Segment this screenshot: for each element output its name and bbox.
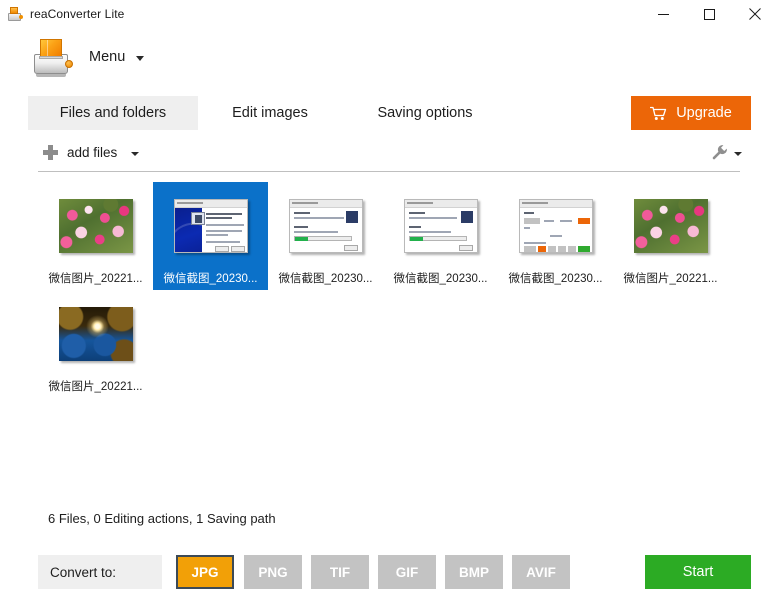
thumbnail — [621, 188, 721, 264]
format-button-avif[interactable]: AVIF — [512, 555, 570, 589]
add-files-label: add files — [67, 145, 117, 160]
file-item[interactable]: 微信截图_20230... — [383, 182, 498, 290]
format-button-avif-label: AVIF — [526, 565, 556, 580]
toolbar-divider — [38, 171, 740, 172]
file-item-label: 微信图片_20221... — [47, 379, 145, 398]
file-item-label: 微信图片_20221... — [622, 271, 720, 290]
file-item-label: 微信截图_20230... — [392, 271, 490, 290]
tab-saving-options-label: Saving options — [377, 105, 472, 121]
flowers-photo-icon — [59, 199, 133, 253]
status-summary: 6 Files, 0 Editing actions, 1 Saving pat… — [48, 511, 276, 526]
menu-button[interactable]: Menu — [83, 44, 153, 70]
close-button[interactable] — [732, 0, 778, 28]
wrench-icon — [711, 144, 728, 161]
app-icon — [7, 6, 23, 22]
file-toolbar: add files — [0, 138, 778, 173]
thumbnail — [46, 296, 146, 372]
bottom-bar: Convert to: JPG PNG TIF GIF BMP AVIF Sta… — [0, 555, 778, 591]
thumbnail — [161, 188, 261, 264]
format-button-tif[interactable]: TIF — [311, 555, 369, 589]
menu-button-label: Menu — [89, 49, 125, 65]
maximize-button[interactable] — [686, 0, 732, 28]
plus-icon — [42, 144, 58, 160]
format-button-bmp[interactable]: BMP — [445, 555, 503, 589]
installer-finish-screenshot-icon — [404, 199, 478, 253]
chevron-down-icon — [131, 152, 139, 156]
tab-saving-options[interactable]: Saving options — [350, 96, 500, 130]
tools-button[interactable] — [709, 141, 744, 164]
minimize-icon — [658, 9, 669, 20]
convert-to-label: Convert to: — [38, 565, 116, 580]
upgrade-button-label: Upgrade — [676, 105, 732, 121]
file-item-label: 微信截图_20230... — [162, 271, 260, 290]
tab-files-and-folders[interactable]: Files and folders — [28, 96, 198, 130]
installer-progress-screenshot-icon — [289, 199, 363, 253]
file-item[interactable]: 微信截图_20230... — [498, 182, 613, 290]
chevron-down-icon — [734, 152, 742, 156]
format-button-jpg-label: JPG — [191, 565, 218, 580]
reaconverter-screenshot-icon — [519, 199, 593, 253]
add-files-button[interactable]: add files — [40, 141, 145, 163]
format-button-png-label: PNG — [258, 565, 287, 580]
thumbnail — [46, 188, 146, 264]
file-item[interactable]: 微信图片_20221... — [38, 182, 153, 290]
file-item-label: 微信截图_20230... — [507, 271, 605, 290]
thumbnail — [506, 188, 606, 264]
format-button-gif-label: GIF — [396, 565, 419, 580]
window-title: reaConverter Lite — [30, 7, 124, 21]
file-item[interactable]: 微信图片_20221... — [613, 182, 728, 290]
start-button[interactable]: Start — [645, 555, 751, 589]
menu-row: Menu — [0, 32, 778, 88]
thumbnail — [276, 188, 376, 264]
thumbnail — [391, 188, 491, 264]
maximize-icon — [704, 9, 715, 20]
format-button-png[interactable]: PNG — [244, 555, 302, 589]
file-item[interactable]: 微信图片_20221... — [38, 290, 153, 398]
flowers-photo-icon — [634, 199, 708, 253]
tab-edit-images[interactable]: Edit images — [205, 96, 335, 130]
convert-to-box: Convert to: — [38, 555, 162, 589]
file-item-selected[interactable]: 微信截图_20230... — [153, 182, 268, 290]
file-item-label: 微信图片_20221... — [47, 271, 145, 290]
format-button-gif[interactable]: GIF — [378, 555, 436, 589]
file-item[interactable]: 微信截图_20230... — [268, 182, 383, 290]
chevron-down-icon — [136, 56, 144, 61]
night-sky-photo-icon — [59, 307, 133, 361]
tab-files-and-folders-label: Files and folders — [60, 105, 166, 121]
file-item-label: 微信截图_20230... — [277, 271, 375, 290]
shopping-cart-icon — [650, 106, 667, 121]
upgrade-button[interactable]: Upgrade — [631, 96, 751, 130]
format-button-tif-label: TIF — [330, 565, 350, 580]
start-button-label: Start — [683, 564, 714, 580]
minimize-button[interactable] — [640, 0, 686, 28]
reaconverter-window: reaConverter Lite — [0, 0, 778, 602]
format-button-jpg[interactable]: JPG — [176, 555, 234, 589]
reaconverter-logo-icon — [32, 38, 76, 78]
file-grid: 微信图片_20221... — [38, 182, 740, 492]
close-icon — [749, 8, 761, 20]
window-controls — [640, 0, 778, 28]
title-bar: reaConverter Lite — [0, 0, 778, 28]
installer-welcome-screenshot-icon — [174, 199, 248, 253]
tab-edit-images-label: Edit images — [232, 105, 308, 121]
format-button-bmp-label: BMP — [459, 565, 489, 580]
